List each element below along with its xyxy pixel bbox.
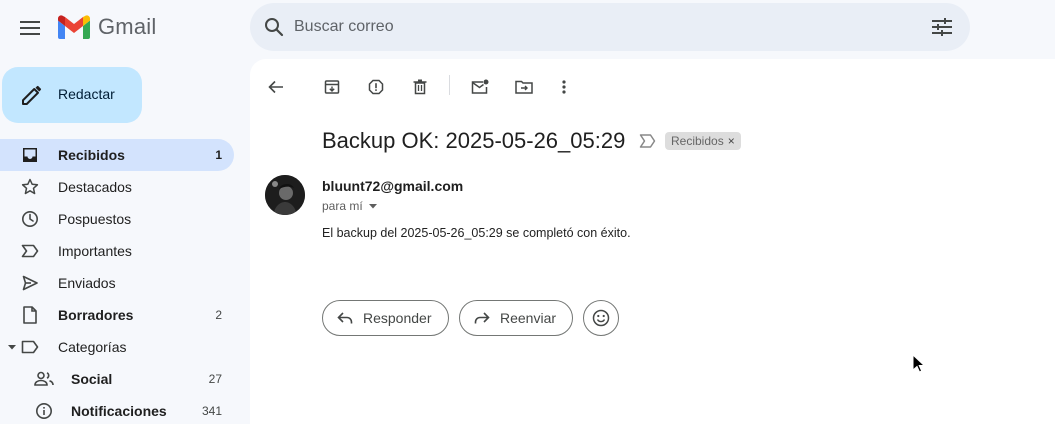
smiley-icon bbox=[592, 309, 610, 327]
sidebar-item-starred[interactable]: Destacados bbox=[0, 171, 234, 203]
sidebar-item-categories[interactable]: Categorías bbox=[0, 331, 234, 363]
sidebar-item-label: Recibidos bbox=[58, 147, 125, 163]
compose-label: Redactar bbox=[58, 86, 115, 102]
report-icon bbox=[368, 79, 384, 95]
archive-icon bbox=[324, 80, 340, 94]
mark-unread-icon bbox=[471, 79, 489, 94]
sidebar-item-snoozed[interactable]: Pospuestos bbox=[0, 203, 234, 235]
search-options-icon[interactable] bbox=[930, 15, 954, 39]
sidebar-item-social[interactable]: Social 27 bbox=[0, 363, 234, 395]
sidebar-item-label: Notificaciones bbox=[71, 403, 167, 419]
draft-file-icon bbox=[20, 305, 40, 325]
sidebar-item-label: Destacados bbox=[58, 179, 132, 195]
archive-button[interactable] bbox=[316, 71, 348, 103]
info-icon bbox=[34, 401, 54, 421]
app-name: Gmail bbox=[98, 14, 157, 39]
sidebar-item-drafts[interactable]: Borradores 2 bbox=[0, 299, 234, 331]
move-to-button[interactable] bbox=[508, 71, 540, 103]
sidebar-item-inbox[interactable]: Recibidos 1 bbox=[0, 139, 234, 171]
sidebar-item-label: Pospuestos bbox=[58, 211, 132, 227]
arrow-back-icon bbox=[268, 80, 283, 94]
sidebar-item-label: Importantes bbox=[58, 243, 132, 259]
sidebar-item-label: Borradores bbox=[58, 307, 134, 323]
more-options-button[interactable] bbox=[548, 71, 580, 103]
clock-icon bbox=[20, 209, 40, 229]
search-icon[interactable] bbox=[262, 15, 286, 39]
hamburger-icon bbox=[20, 21, 40, 35]
emoji-reaction-button[interactable] bbox=[583, 300, 619, 336]
updates-count: 341 bbox=[201, 404, 222, 418]
report-spam-button[interactable] bbox=[360, 71, 392, 103]
avatar[interactable] bbox=[265, 175, 305, 215]
move-folder-icon bbox=[515, 80, 533, 94]
compose-button[interactable]: Redactar bbox=[2, 67, 142, 123]
caret-down-icon[interactable] bbox=[8, 343, 16, 351]
email-body: El backup del 2025-05-26_05:29 se comple… bbox=[322, 226, 631, 240]
back-button[interactable] bbox=[260, 71, 292, 103]
social-count: 27 bbox=[208, 372, 222, 386]
importance-marker-icon[interactable] bbox=[639, 133, 657, 149]
caret-down-icon bbox=[368, 204, 377, 209]
message-view: Backup OK: 2025-05-26_05:29 Recibidos × … bbox=[250, 59, 1055, 424]
remove-label-button[interactable]: × bbox=[728, 134, 735, 148]
sender-photo-icon bbox=[265, 175, 305, 215]
draft-count: 2 bbox=[215, 308, 222, 322]
label-icon bbox=[20, 337, 40, 357]
recipient-line: para mí bbox=[322, 199, 363, 213]
send-icon bbox=[20, 273, 40, 293]
reply-button[interactable]: Responder bbox=[322, 300, 449, 336]
recipient-details-toggle[interactable]: para mí bbox=[322, 199, 377, 213]
sidebar-item-updates[interactable]: Notificaciones 341 bbox=[0, 395, 234, 424]
search-input[interactable] bbox=[294, 3, 894, 51]
sidebar-item-label: Enviados bbox=[58, 275, 116, 291]
pencil-icon bbox=[22, 85, 42, 105]
forward-button[interactable]: Reenviar bbox=[459, 300, 574, 336]
forward-icon bbox=[474, 312, 490, 324]
star-icon bbox=[20, 177, 40, 197]
label-chip: Recibidos × bbox=[665, 132, 741, 150]
trash-icon bbox=[413, 79, 427, 95]
sender-address: bluunt72@gmail.com bbox=[322, 178, 464, 194]
sidebar-nav: Recibidos 1 Destacados Pospuestos Import… bbox=[0, 139, 234, 424]
reply-label: Responder bbox=[363, 310, 432, 326]
gmail-logo[interactable]: Gmail bbox=[58, 14, 156, 40]
search-bar bbox=[250, 3, 970, 51]
gmail-m-icon bbox=[58, 15, 90, 39]
people-icon bbox=[34, 369, 54, 389]
sidebar-item-sent[interactable]: Enviados bbox=[0, 267, 234, 299]
gmail-app: Gmail Redactar Recibidos 1 bbox=[0, 0, 1055, 424]
sidebar-item-label: Categorías bbox=[58, 339, 127, 355]
main-menu-button[interactable] bbox=[10, 8, 50, 48]
more-vert-icon bbox=[562, 80, 566, 94]
reply-icon bbox=[337, 312, 353, 324]
unread-count: 1 bbox=[215, 148, 222, 162]
mark-unread-button[interactable] bbox=[464, 71, 496, 103]
mouse-pointer-icon bbox=[912, 354, 926, 373]
inbox-icon bbox=[20, 145, 40, 165]
important-icon bbox=[20, 241, 40, 261]
sidebar-item-important[interactable]: Importantes bbox=[0, 235, 234, 267]
sidebar-item-label: Social bbox=[71, 371, 113, 387]
label-chip-text: Recibidos bbox=[671, 134, 724, 148]
email-subject: Backup OK: 2025-05-26_05:29 bbox=[322, 128, 626, 153]
toolbar-divider bbox=[449, 75, 450, 95]
delete-button[interactable] bbox=[404, 71, 436, 103]
forward-label: Reenviar bbox=[500, 310, 557, 326]
